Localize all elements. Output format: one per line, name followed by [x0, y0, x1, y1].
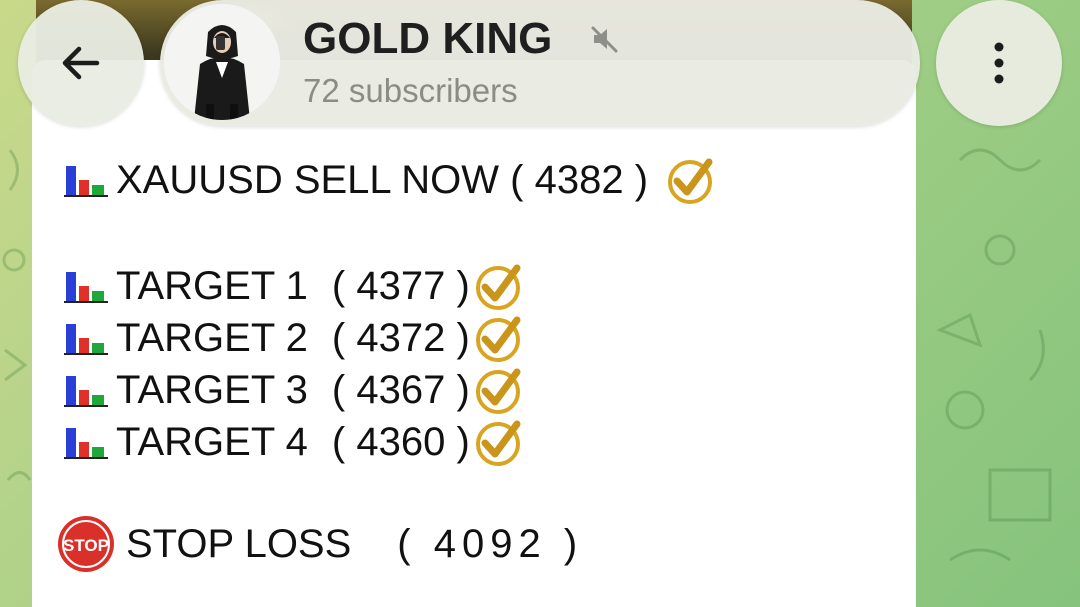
subscriber-count: 72 subscribers: [303, 72, 518, 109]
bar-chart-icon: [64, 272, 108, 303]
target-line: TARGET 2 ( 4372 ): [62, 310, 526, 366]
gold-check-icon: [475, 420, 521, 466]
signal-text: XAUUSD SELL NOW ( 4382 ): [116, 157, 649, 202]
muted-speaker-icon: [591, 26, 618, 53]
target-value: ( 4367 ): [331, 367, 470, 412]
stop-loss-value: ( 4092 ): [397, 521, 584, 566]
bar-chart-icon: [64, 376, 108, 407]
bar-chart-icon: [64, 324, 108, 355]
target-label: TARGET 1: [116, 263, 308, 308]
bar-chart-icon: [64, 166, 108, 197]
target-value: ( 4372 ): [331, 315, 470, 360]
more-options-button[interactable]: [936, 0, 1062, 126]
target-value: ( 4360 ): [331, 419, 470, 464]
gold-check-icon: [475, 316, 521, 362]
channel-title[interactable]: GOLD KING: [303, 14, 552, 64]
back-button[interactable]: [18, 0, 144, 126]
bar-chart-icon: [64, 428, 108, 459]
target-label: TARGET 2: [116, 315, 308, 360]
target-label: TARGET 3: [116, 367, 308, 412]
stop-loss-label: STOP LOSS: [126, 521, 352, 566]
arrow-left-icon: [62, 46, 100, 80]
stop-sign-icon: STOP: [58, 516, 114, 572]
target-value: ( 4377 ): [331, 263, 470, 308]
vertical-dots-icon: [994, 42, 1004, 84]
avatar-person-image: [164, 4, 280, 120]
stop-loss-line: STOP STOP LOSS ( 4092 ): [56, 514, 583, 574]
target-label: TARGET 4: [116, 419, 308, 464]
gold-check-icon: [475, 264, 521, 310]
target-line: TARGET 1 ( 4377 ): [62, 258, 526, 314]
signal-line: XAUUSD SELL NOW ( 4382 ): [62, 152, 718, 208]
gold-check-icon: [668, 158, 713, 204]
channel-avatar[interactable]: [164, 4, 280, 120]
gold-check-icon: [475, 368, 521, 414]
target-line: TARGET 4 ( 4360 ): [62, 414, 526, 470]
stop-sign-text: STOP: [63, 536, 109, 555]
target-line: TARGET 3 ( 4367 ): [62, 362, 526, 418]
